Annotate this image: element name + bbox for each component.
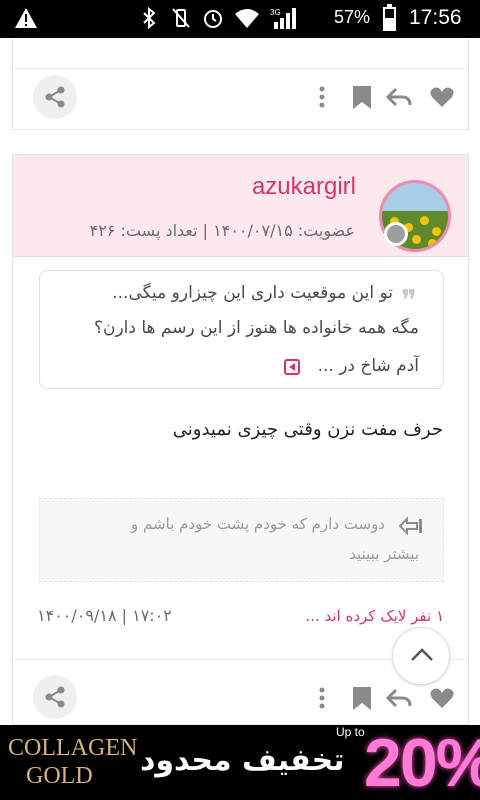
status-bar: 3G 57% 17:56 [0,0,480,38]
signature-line: بیشتر ببینید [349,545,419,563]
share-icon [45,686,65,708]
like-icon[interactable] [429,684,455,712]
ad-offer-text: تخفیف محدود [140,743,345,778]
ad-percent: 20% [364,725,480,800]
warning-icon [15,8,37,28]
signature-line: دوست دارم که خودم پشت خودم باشم و [131,515,385,533]
post-message: حرف مفت نزن وقتی چیزی نمیدونی [172,419,443,440]
reply-icon[interactable] [386,684,412,712]
chevron-up-icon [411,648,433,661]
bookmark-icon[interactable] [349,684,375,712]
ad-banner[interactable]: COLLAGEN GOLD تخفیف محدود Up to 20% [0,725,480,800]
bluetooth-icon [143,6,156,30]
vibrate-icon [172,8,190,28]
ad-brand: COLLAGEN [8,735,138,761]
bookmark-icon[interactable] [349,83,375,111]
wifi-icon [235,9,259,28]
username[interactable]: azukargirl [252,173,356,201]
more-options-icon[interactable] [309,684,335,712]
signal-icon: 3G [270,8,296,29]
post-actions [13,68,468,130]
online-status-indicator [384,222,408,246]
ad-brand: GOLD [26,763,93,789]
go-to-source-icon[interactable] [284,359,300,375]
reply-icon[interactable] [386,83,412,111]
ad-upto-text: Up to [336,725,365,739]
share-button[interactable] [33,675,77,719]
share-icon [45,86,65,108]
battery-percent: 57% [334,7,371,27]
battery-icon [383,4,396,31]
like-icon[interactable] [429,83,455,111]
signature-block: دوست دارم که خودم پشت خودم باشم و بیشتر … [39,498,444,582]
previous-post-card [12,38,469,130]
likes-link[interactable]: ۱ نفر لایک کرده اند ... [305,607,444,625]
quote-icon: ❞ [400,284,417,319]
quote-block: ❞ تو این موقعیت داری این چیزارو میگی... … [39,270,444,389]
member-info: عضویت: ۱۴۰۰/۰۷/۱۵ | تعداد پست: ۴۲۶ [89,221,355,240]
post-header: azukargirl عضویت: ۱۴۰۰/۰۷/۱۵ | تعداد پست… [13,155,468,257]
more-options-icon[interactable] [309,83,335,111]
quote-line: آدم شاخ در ... [317,356,419,376]
scroll-to-top-button[interactable] [392,627,450,685]
alarm-icon [204,10,222,28]
svg-text:3G: 3G [270,8,281,17]
share-button[interactable] [33,75,77,119]
post-date: ۱۴۰۰/۰۹/۱۸ | ۱۷:۰۲ [37,606,172,625]
clock: 17:56 [409,6,462,29]
signature-icon [399,516,422,536]
quote-line: تو این موقعیت داری این چیزارو میگی... [112,283,393,303]
quote-line: مگه همه خانواده ها هنوز از این رسم ها دا… [93,318,419,338]
